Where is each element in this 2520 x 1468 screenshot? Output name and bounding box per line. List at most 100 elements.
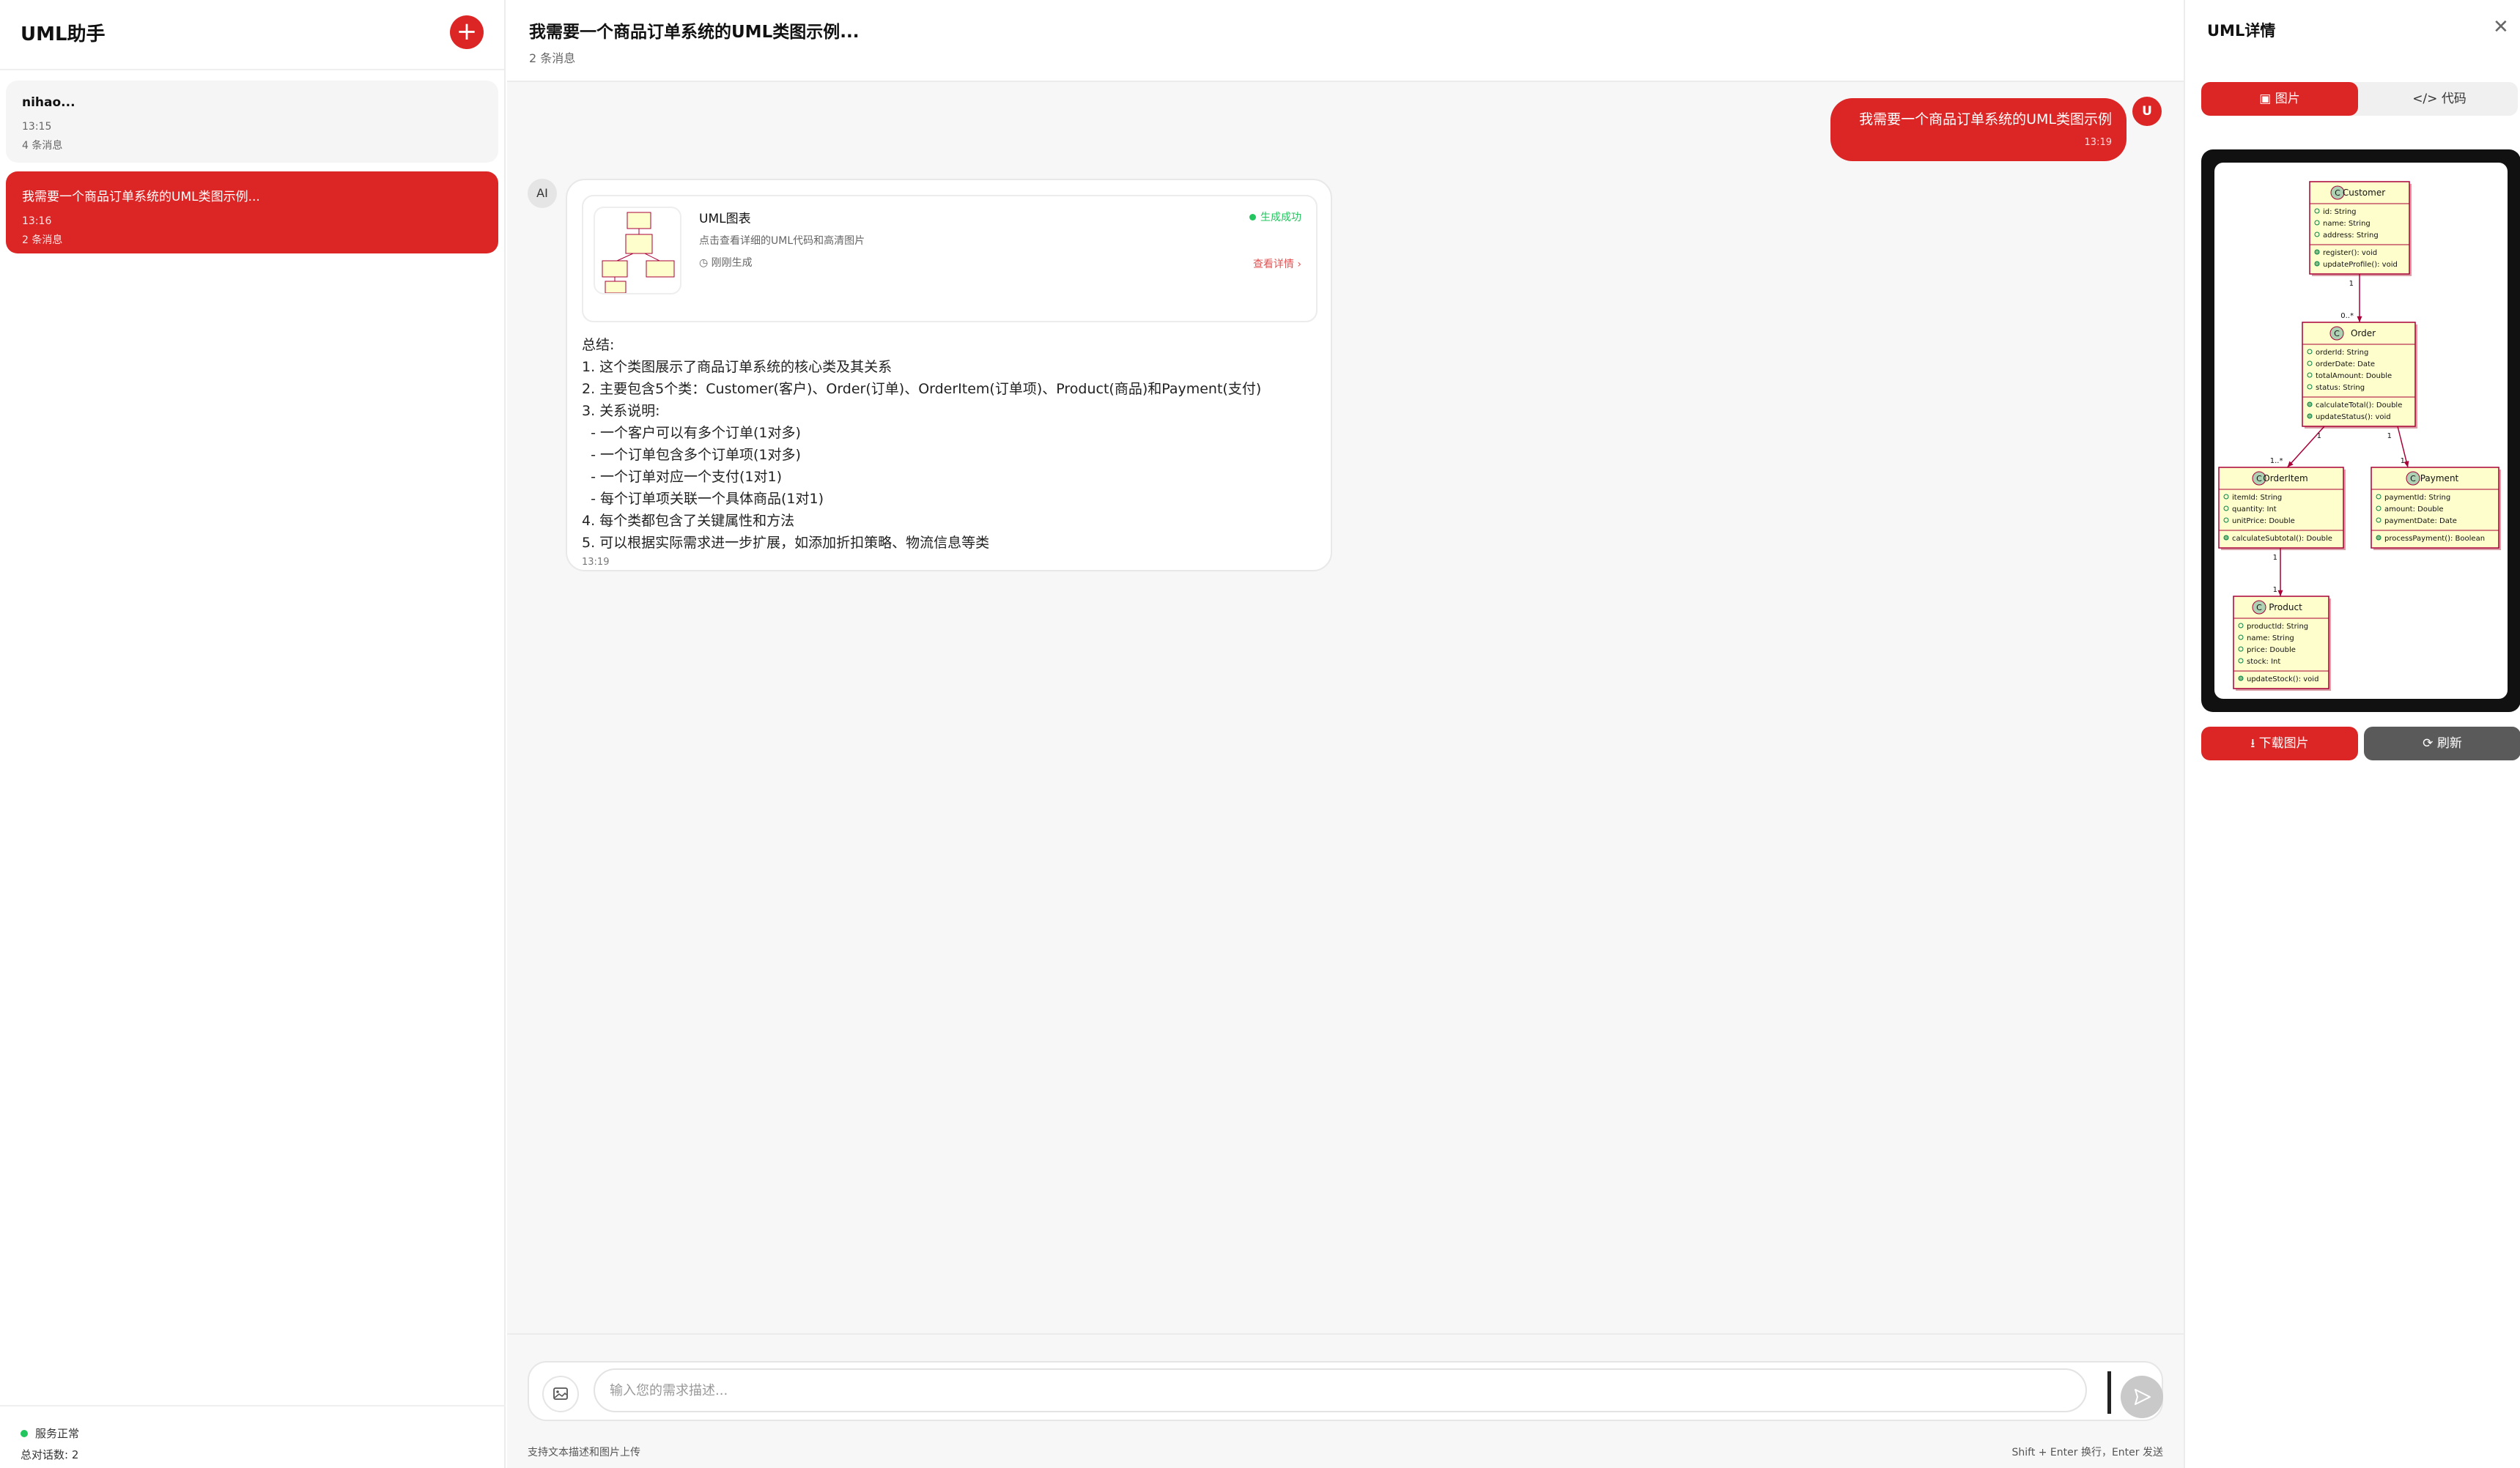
multiplicity: 1: [2317, 432, 2321, 440]
ai-message: UML图表 点击查看详细的UML代码和高清图片 ◷ 刚刚生成 生成成功 查看详情…: [566, 179, 1332, 571]
total-conversations: 总对话数: 2: [21, 1448, 79, 1461]
tab-image-label: 图片: [2275, 92, 2300, 106]
uml-card-description: 点击查看详细的UML代码和高清图片: [699, 235, 865, 247]
uml-thumbnail-image: [602, 212, 675, 293]
class-attribute: totalAmount: Double: [2316, 372, 2392, 380]
success-dot-icon: [1249, 213, 1256, 220]
chat-message-count: 2 条消息: [529, 51, 576, 65]
close-icon[interactable]: ✕: [2493, 16, 2509, 38]
multiplicity: 1: [2273, 586, 2277, 594]
service-status-text: 服务正常: [35, 1427, 80, 1440]
sidebar: UML助手 + nihao... 13:15 4 条消息 我需要一个商品订单系统…: [0, 0, 506, 1468]
multiplicity: 1: [2349, 280, 2354, 288]
chat-header: 我需要一个商品订单系统的UML类图示例... 2 条消息: [507, 0, 2184, 82]
class-attribute: amount: Double: [2384, 505, 2444, 514]
ai-message-time: 13:19: [582, 557, 610, 568]
class-attribute: orderDate: Date: [2316, 360, 2375, 368]
class-method: register(): void: [2323, 249, 2377, 257]
refresh-button[interactable]: ⟳ 刷新: [2364, 727, 2520, 760]
class-icon-letter: C: [2256, 603, 2262, 612]
class-name: Order: [2351, 328, 2376, 338]
method-marker: [2314, 249, 2320, 255]
chat-main: 我需要一个商品订单系统的UML类图示例... 2 条消息 我需要一个商品订单系统…: [507, 0, 2184, 1468]
send-button[interactable]: [2121, 1376, 2163, 1418]
method-marker: [2314, 261, 2320, 267]
association-arrowhead: [2357, 316, 2362, 322]
keyboard-hint: Shift + Enter 换行，Enter 发送: [2011, 1447, 2163, 1458]
class-attribute: paymentId: String: [2384, 494, 2450, 502]
download-label: 下载图片: [2258, 736, 2309, 751]
multiplicity: 1: [2387, 432, 2392, 440]
conversation-title: nihao...: [22, 95, 75, 110]
uml-detail-panel: UML详情 ✕ ▣ 图片 </> 代码 C Customer id: String n…: [2184, 0, 2520, 1468]
class-attribute: id: String: [2323, 208, 2357, 216]
class-method: processPayment(): Boolean: [2384, 535, 2485, 543]
class-attribute: quantity: Int: [2232, 505, 2277, 514]
class-icon-letter: C: [2335, 188, 2340, 198]
uml-image-frame: C Customer id: String name: String address: …: [2201, 149, 2520, 712]
class-attribute: name: String: [2323, 220, 2371, 228]
refresh-icon: ⟳: [2423, 736, 2437, 751]
view-details-link[interactable]: 查看详情 ›: [1253, 256, 1301, 271]
user-message-text: 我需要一个商品订单系统的UML类图示例: [1859, 111, 2112, 127]
multiplicity: 1: [2401, 457, 2405, 465]
conversation-count: 2 条消息: [22, 234, 63, 246]
send-icon: [2135, 1389, 2151, 1405]
multiplicity: 1..*: [2270, 457, 2283, 465]
sidebar-header: UML助手 +: [0, 0, 504, 70]
service-status: 服务正常: [21, 1426, 485, 1441]
class-name: Product: [2269, 602, 2302, 612]
class-attribute: stock: Int: [2247, 658, 2280, 666]
new-chat-button[interactable]: +: [450, 15, 484, 49]
refresh-label: 刷新: [2436, 736, 2462, 751]
plus-icon: +: [456, 17, 478, 46]
image-upload-button[interactable]: [542, 1376, 579, 1412]
class-attribute: address: String: [2323, 231, 2379, 240]
class-method: updateStock(): void: [2247, 675, 2318, 683]
conversation-item[interactable]: nihao... 13:15 4 条消息: [6, 81, 498, 163]
tab-code[interactable]: </> 代码: [2361, 82, 2518, 116]
download-icon: ⭳: [2250, 736, 2259, 751]
method-marker: [2307, 413, 2313, 419]
class-method: updateProfile(): void: [2323, 261, 2398, 269]
uml-card-generated: ◷ 刚刚生成: [699, 257, 753, 269]
uml-thumbnail[interactable]: [594, 207, 681, 294]
image-tab-icon: ▣: [2259, 92, 2275, 106]
method-marker: [2376, 535, 2382, 541]
class-attribute: name: String: [2247, 634, 2294, 642]
input-box: [528, 1361, 2163, 1421]
uml-card-status: 生成成功: [1249, 210, 1301, 224]
conversation-time: 13:15: [22, 121, 52, 133]
app-title: UML助手: [21, 23, 106, 45]
class-attribute: price: Double: [2247, 646, 2296, 654]
class-method: updateStatus(): void: [2316, 413, 2391, 421]
download-image-button[interactable]: ⭳ 下载图片: [2201, 727, 2358, 760]
tab-image[interactable]: ▣ 图片: [2201, 82, 2358, 116]
tab-code-label: 代码: [2441, 92, 2467, 106]
class-method: calculateSubtotal(): Double: [2232, 535, 2332, 543]
conversation-title: 我需要一个商品订单系统的UML类图示例...: [22, 190, 260, 204]
status-dot-icon: [21, 1429, 28, 1437]
message-input[interactable]: [594, 1368, 2087, 1412]
uml-result-card[interactable]: UML图表 点击查看详细的UML代码和高清图片 ◷ 刚刚生成 生成成功 查看详情…: [582, 195, 1318, 322]
input-hint: 支持文本描述和图片上传: [528, 1447, 640, 1458]
class-name: Payment: [2420, 473, 2459, 483]
uml-card-status-text: 生成成功: [1260, 212, 1301, 223]
conversation-item-active[interactable]: 我需要一个商品订单系统的UML类图示例... 13:16 2 条消息: [6, 171, 498, 253]
class-attribute: unitPrice: Double: [2232, 517, 2295, 525]
class-icon-letter: C: [2334, 329, 2340, 338]
class-attribute: productId: String: [2247, 623, 2308, 631]
detail-tabs: ▣ 图片 </> 代码: [2201, 82, 2518, 116]
conversation-time: 13:16: [22, 215, 52, 227]
class-attribute: itemId: String: [2232, 494, 2282, 502]
class-attribute: orderId: String: [2316, 349, 2368, 357]
class-name: Customer: [2343, 188, 2385, 198]
uml-card-title: UML图表: [699, 212, 751, 226]
association-arrowhead: [2277, 590, 2283, 596]
input-area: 支持文本描述和图片上传 Shift + Enter 换行，Enter 发送: [507, 1333, 2184, 1468]
method-marker: [2238, 675, 2244, 681]
uml-class-diagram: C Customerid: Stringname: Stringaddress: …: [2218, 181, 2501, 691]
multiplicity: 0..*: [2340, 312, 2354, 320]
user-message-time: 13:19: [2084, 137, 2112, 148]
uml-image[interactable]: C Customer id: String name: String address: …: [2214, 163, 2508, 699]
